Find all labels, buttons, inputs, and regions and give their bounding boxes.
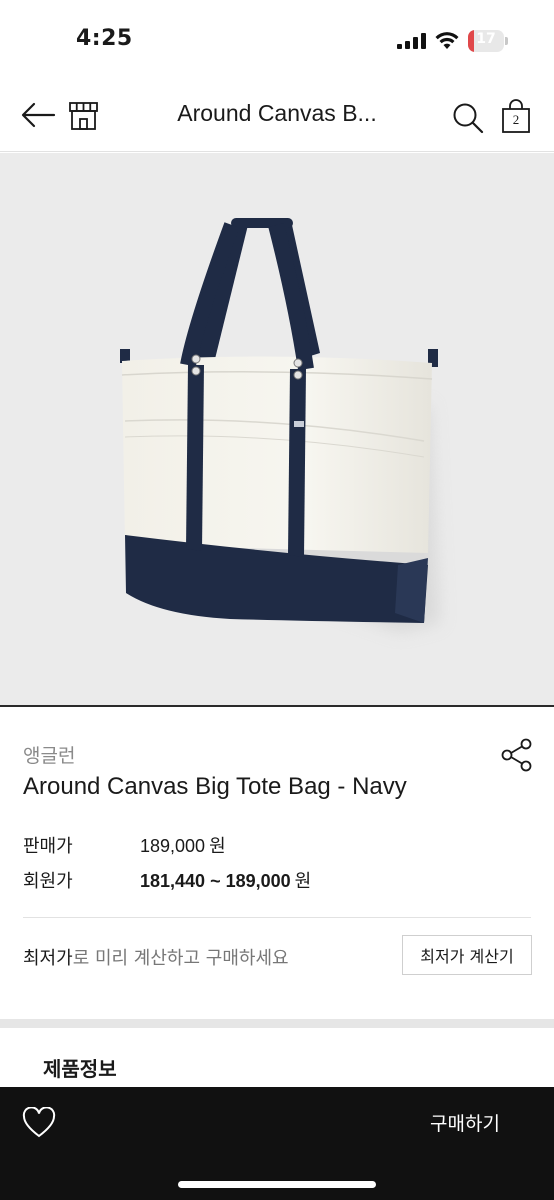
- search-button[interactable]: [452, 102, 484, 134]
- battery-indicator: 17: [468, 30, 508, 52]
- product-name: Around Canvas Big Tote Bag - Navy: [23, 773, 407, 800]
- member-price-currency: 원: [294, 871, 312, 892]
- tab-product-info[interactable]: 제품정보: [43, 1053, 117, 1082]
- back-button[interactable]: [20, 100, 56, 130]
- bottom-action-bar: 구매하기: [0, 1087, 554, 1200]
- battery-level: 17: [476, 31, 496, 47]
- product-image[interactable]: [0, 153, 554, 707]
- brand-name[interactable]: 앵글런: [23, 741, 75, 768]
- price-label: 판매가: [23, 836, 73, 857]
- signal-icon: [397, 33, 426, 49]
- member-price-amount: 181,440 ~ 189,000: [140, 871, 291, 891]
- wishlist-button[interactable]: [22, 1106, 56, 1139]
- page-title: Around Canvas B...: [177, 100, 377, 126]
- cart-count-badge: 2: [512, 112, 520, 127]
- price-amount: 189,000: [140, 836, 206, 856]
- lowest-price-calculator-button[interactable]: 최저가 계산기: [402, 935, 532, 975]
- status-bar: 4:25 17: [0, 0, 554, 80]
- storefront-icon: [69, 102, 98, 130]
- share-button[interactable]: [500, 738, 534, 772]
- arrow-left-icon: [21, 102, 56, 128]
- lowest-price-text: 로 미리 계산하고 구매하세요: [72, 948, 289, 969]
- member-price-value: 181,440 ~ 189,000 원: [140, 867, 311, 893]
- status-time: 4:25: [76, 26, 133, 51]
- search-icon: [453, 103, 484, 134]
- price-value: 189,000 원: [140, 832, 226, 858]
- section-separator: [0, 1019, 554, 1028]
- store-button[interactable]: [68, 100, 100, 132]
- divider: [23, 917, 531, 918]
- share-icon: [501, 738, 532, 772]
- wifi-icon: [435, 32, 459, 49]
- lowest-price-message: 최저가로 미리 계산하고 구매하세요: [23, 944, 289, 970]
- member-price-label: 회원가: [23, 871, 73, 892]
- tote-bag-image: [120, 218, 440, 633]
- nav-bar: Around Canvas B... 2: [0, 80, 554, 152]
- buy-button[interactable]: 구매하기: [430, 1109, 500, 1136]
- heart-icon: [22, 1106, 56, 1138]
- price-currency: 원: [209, 836, 226, 857]
- cart-button[interactable]: 2: [500, 98, 532, 134]
- home-indicator: [178, 1181, 376, 1188]
- lowest-price-highlight: 최저가: [23, 948, 73, 969]
